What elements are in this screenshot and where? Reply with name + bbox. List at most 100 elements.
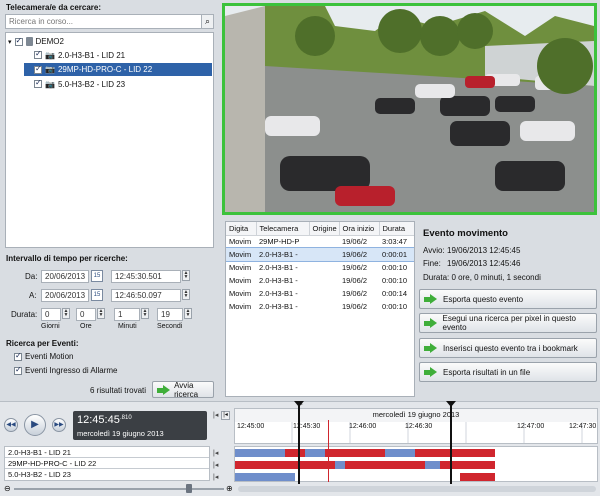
column-header[interactable]: Digita	[226, 222, 257, 236]
motion-checkbox[interactable]	[14, 351, 22, 361]
cell: 19/06/2	[342, 302, 368, 311]
camera-icon: 📷	[45, 79, 55, 89]
tick-label: 12:45:00	[237, 423, 265, 430]
expand-icon[interactable]: ▾	[8, 38, 12, 46]
column-header[interactable]: Durata	[379, 222, 414, 236]
table-row[interactable]: Movim 2.0-H3-B1 - 19/06/2 0:00:14	[226, 287, 414, 300]
column-header[interactable]: Origine	[309, 222, 340, 236]
button-label: Inserisci questo evento tra i bookmark	[443, 343, 578, 353]
cell	[309, 274, 339, 287]
tree-root[interactable]: ▾ DEMO2	[8, 36, 64, 47]
event-start-value: 19/06/2013 12:45:45	[447, 246, 521, 255]
track-label[interactable]: 2.0-H3-B1 - LID 21	[5, 447, 209, 458]
camera-checkbox[interactable]	[34, 78, 42, 88]
from-time-input[interactable]: 12:45:30.501	[111, 270, 181, 283]
time-display-date: mercoledì 19 giugno 2013	[77, 429, 164, 438]
cell: 0:00:14	[382, 289, 408, 298]
time-range-title: Intervallo di tempo per ricerche:	[6, 254, 128, 263]
search-icon[interactable]: ⌕	[201, 14, 214, 29]
playhead-line[interactable]	[328, 420, 329, 482]
track-skip-icon[interactable]: |◂	[213, 449, 218, 457]
track-bar	[385, 449, 415, 457]
duration-days-input[interactable]: 0	[41, 308, 61, 321]
column-header[interactable]: Ora inizio	[339, 222, 380, 236]
duration-hours-input[interactable]: 0	[76, 308, 96, 321]
timeline-ruler[interactable]: mercoledì 19 giugno 2013 12:45:00 12:45:…	[234, 408, 598, 444]
from-time-spinner[interactable]: ▲ ▼	[182, 270, 190, 281]
track-bar	[305, 449, 325, 457]
search-input[interactable]: Ricerca in corso...	[5, 14, 202, 29]
to-time-input[interactable]: 12:46:50.097	[111, 289, 181, 302]
motion-events-option[interactable]: Eventi Motion	[14, 351, 73, 361]
hours-spinner[interactable]: ▲ ▼	[97, 308, 105, 319]
button-label: Esporta risultati in un file	[443, 367, 531, 377]
from-date-input[interactable]: 20/06/2013	[41, 270, 89, 283]
alarm-checkbox[interactable]	[14, 365, 22, 375]
arrow-right-icon	[424, 343, 437, 353]
cell: Movim	[229, 302, 252, 311]
camera-checkbox[interactable]	[34, 49, 42, 59]
to-date-input[interactable]: 20/06/2013	[41, 289, 89, 302]
export-event-button[interactable]: Esporta questo evento	[419, 289, 597, 309]
camera-checkbox[interactable]	[34, 64, 42, 74]
tree-camera-1[interactable]: 📷 2.0-H3-B1 - LID 21	[24, 49, 212, 61]
step-forward-button[interactable]: ▶▶	[52, 418, 66, 432]
video-viewer[interactable]	[222, 3, 597, 215]
track-skip-icon[interactable]: |◂	[213, 461, 218, 469]
seconds-spinner[interactable]: ▲ ▼	[184, 308, 192, 319]
cell: Movim	[229, 263, 252, 272]
track-label[interactable]: 29MP-HD-PRO-C - LID 22	[5, 458, 209, 469]
cell: 0:00:10	[382, 276, 408, 285]
timeline-tracks[interactable]	[234, 446, 598, 482]
cell: 19/06/2	[342, 276, 368, 285]
range-start-handle[interactable]	[294, 401, 304, 407]
play-button[interactable]: ▶	[24, 414, 46, 436]
zoom-slider[interactable]	[14, 488, 224, 490]
start-search-button[interactable]: Avvia ricerca	[152, 380, 214, 399]
to-time-spinner[interactable]: ▲ ▼	[182, 289, 190, 300]
tree-root-label: DEMO2	[35, 37, 64, 46]
zoom-in-icon[interactable]: ⊕	[226, 484, 233, 493]
minutes-spinner[interactable]: ▲ ▼	[141, 308, 149, 319]
start-search-label: Avvia ricerca	[174, 380, 199, 399]
pixel-search-button[interactable]: Esegui una ricerca per pixel in questo e…	[419, 313, 597, 333]
track-label[interactable]: 5.0-H3-B2 - LID 23	[5, 469, 209, 480]
export-results-button[interactable]: Esporta risultati in un file	[419, 362, 597, 382]
bookmark-button[interactable]: Inserisci questo evento tra i bookmark	[419, 338, 597, 358]
table-row[interactable]: Movim 29MP-HD-P 19/06/2 3:03:47	[226, 235, 414, 248]
tree-camera-3[interactable]: 📷 5.0-H3-B2 - LID 23	[24, 78, 212, 90]
range-end-marker[interactable]	[450, 404, 452, 484]
calendar-icon[interactable]: 15	[91, 270, 103, 282]
zoom-slider-thumb[interactable]	[186, 484, 192, 493]
track-skip-icon[interactable]: |◂	[213, 473, 218, 481]
table-row[interactable]: Movim 2.0-H3-B1 - 19/06/2 0:00:10	[226, 300, 414, 313]
timeline-date-label: mercoledì 19 giugno 2013	[372, 410, 460, 419]
tree-camera-2[interactable]: 📷 29MP-HD-PRO-C - LID 22	[24, 63, 212, 76]
unit-seconds: Secondi	[157, 323, 183, 330]
cell: 0:00:10	[382, 263, 408, 272]
cell: 19/06/2	[342, 237, 368, 247]
skip-start-icon[interactable]: |◂	[213, 411, 218, 419]
range-start-marker[interactable]	[298, 404, 300, 484]
calendar-icon[interactable]: 15	[91, 289, 103, 301]
step-back-button[interactable]: ◀◀	[4, 418, 18, 432]
track-list: 2.0-H3-B1 - LID 21 29MP-HD-PRO-C - LID 2…	[4, 446, 210, 481]
button-label: Esegui una ricerca per pixel in questo e…	[442, 314, 576, 332]
zoom-out-icon[interactable]: ⊖	[4, 484, 11, 493]
timeline-scrollbar[interactable]	[238, 486, 596, 492]
root-checkbox[interactable]	[14, 36, 23, 46]
duration-seconds-input[interactable]: 19	[157, 308, 183, 321]
table-row[interactable]: Movim 2.0-H3-B1 - 19/06/2 0:00:01	[226, 247, 414, 262]
duration-minutes-input[interactable]: 1	[114, 308, 140, 321]
table-row[interactable]: Movim 2.0-H3-B1 - 19/06/2 0:00:10	[226, 261, 414, 274]
timeline-prev-button[interactable]: |◂	[221, 411, 230, 420]
camera-label: 29MP-HD-PRO-C - LID 22	[57, 65, 153, 74]
alarm-events-option[interactable]: Eventi Ingresso di Allarme	[14, 365, 118, 375]
table-row[interactable]: Movim 2.0-H3-B1 - 19/06/2 0:00:10	[226, 274, 414, 287]
cell	[309, 261, 339, 274]
days-spinner[interactable]: ▲ ▼	[62, 308, 70, 319]
event-search-title: Ricerca per Eventi:	[6, 339, 79, 348]
column-header[interactable]: Telecamera	[256, 222, 310, 236]
cell: 2.0-H3-B1 -	[259, 263, 298, 272]
range-end-handle[interactable]	[446, 401, 456, 407]
